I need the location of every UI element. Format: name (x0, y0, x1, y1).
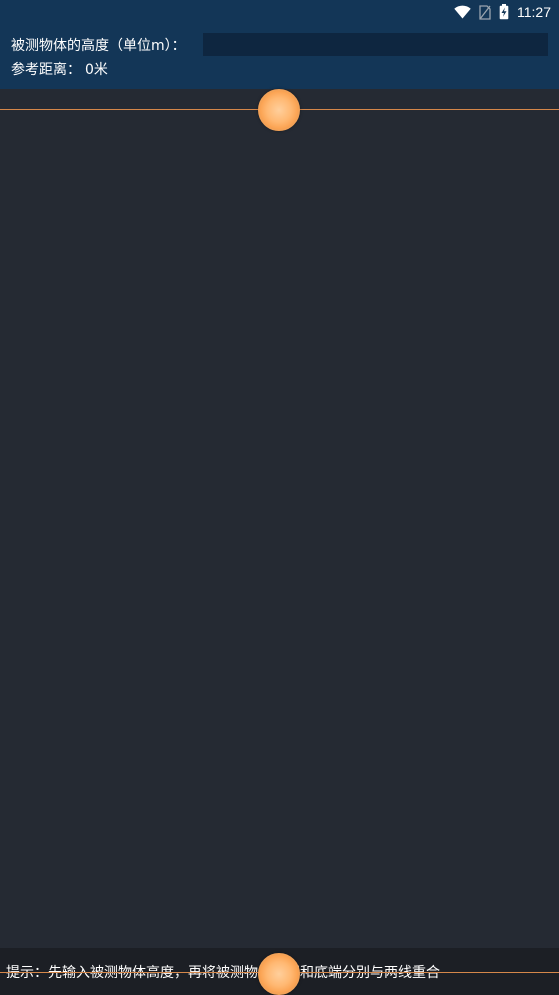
distance-value: 0米 (85, 62, 108, 78)
no-sim-icon (479, 4, 491, 20)
status-time: 11:27 (517, 4, 551, 20)
header-panel: 被测物体的高度（单位m）： 参考距离： 0米 (0, 24, 559, 89)
top-line-drag-handle[interactable] (258, 89, 300, 131)
measure-screen: 11:27 被测物体的高度（单位m）： 参考距离： 0米 提示：先输入被测物体高… (0, 0, 559, 995)
height-label: 被测物体的高度（单位m）： (11, 38, 186, 54)
height-row: 被测物体的高度（单位m）： (11, 34, 186, 56)
wifi-icon (454, 5, 471, 19)
height-input[interactable] (203, 33, 548, 56)
battery-charging-icon (499, 4, 509, 20)
distance-row: 参考距离： 0米 (11, 59, 108, 79)
bottom-line-drag-handle[interactable] (258, 953, 300, 995)
distance-label: 参考距离： (11, 62, 81, 78)
status-bar: 11:27 (0, 0, 559, 24)
